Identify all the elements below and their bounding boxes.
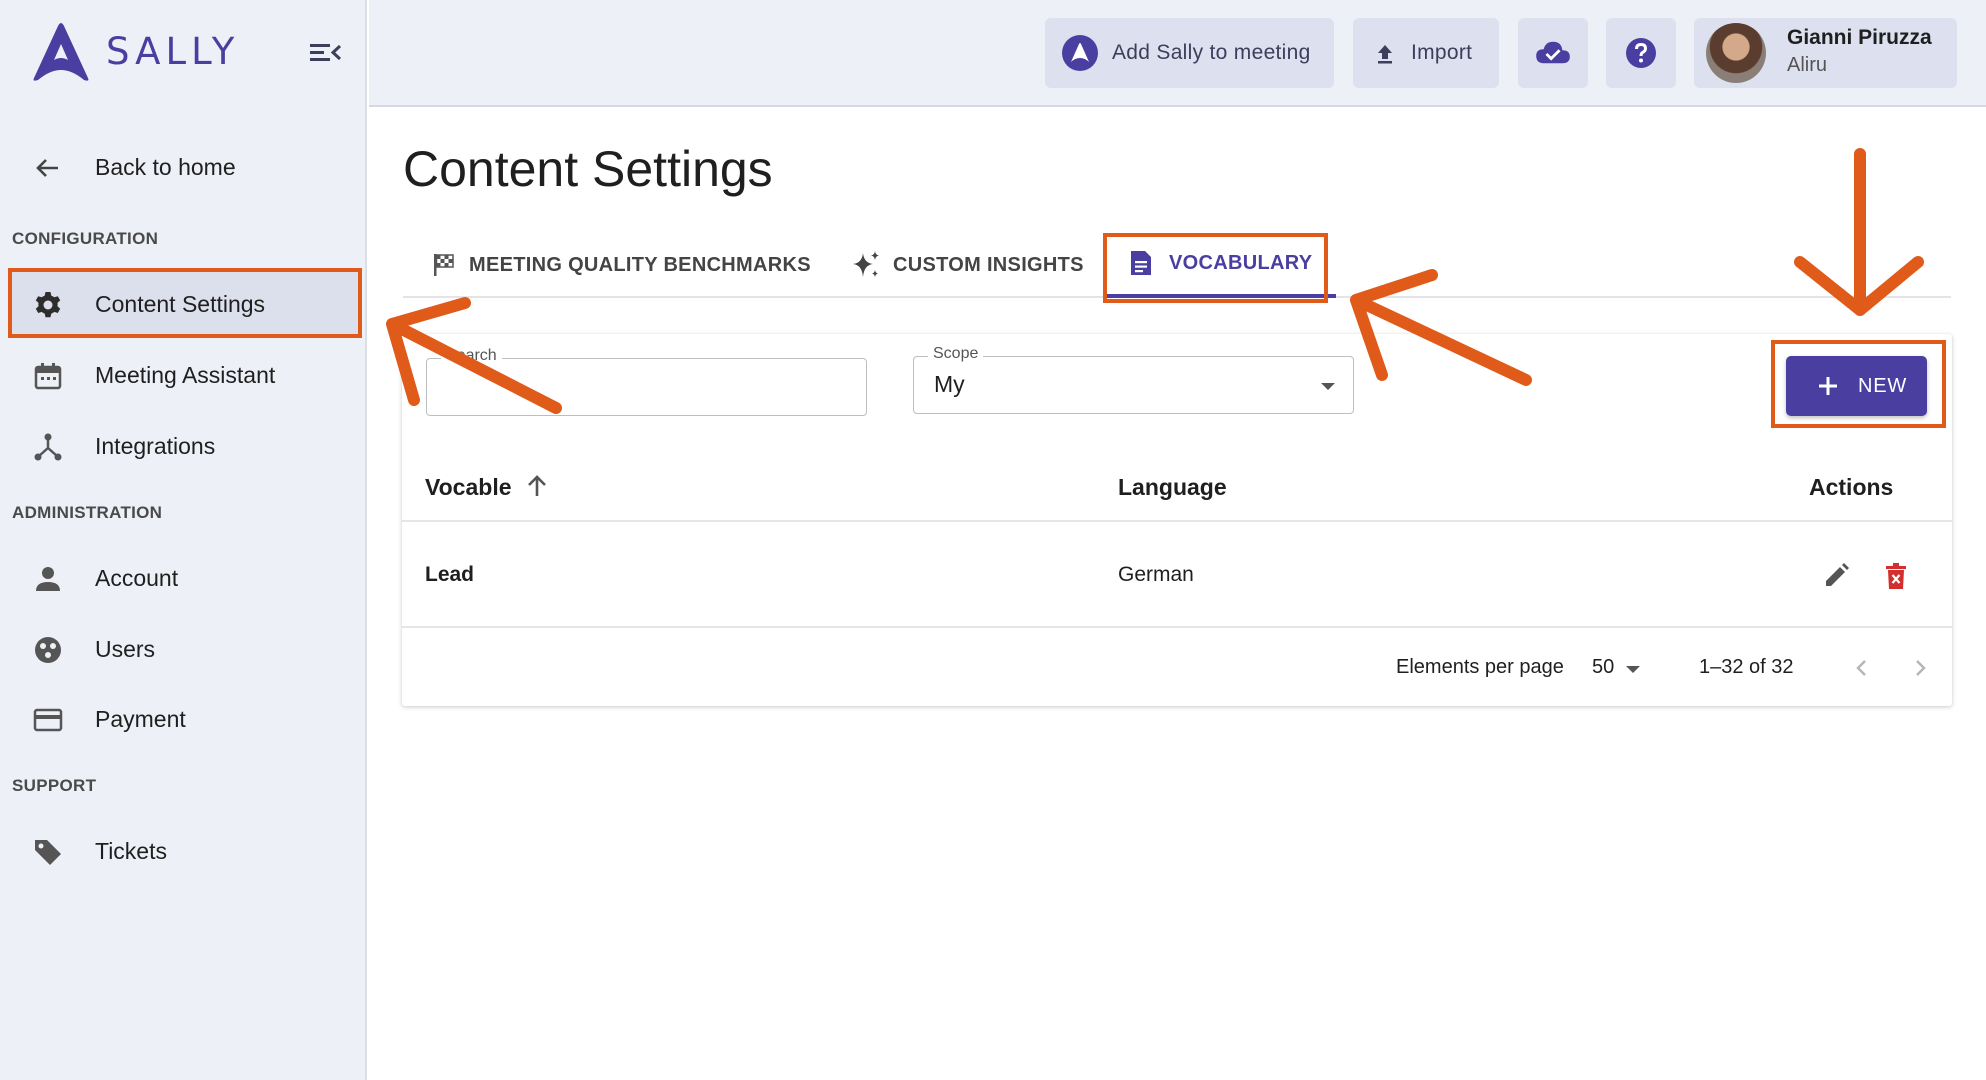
tag-icon [35,840,61,865]
page-title: Content Settings [403,141,773,197]
previous-page-icon[interactable] [1850,656,1874,680]
new-vocable-button[interactable]: NEW [1786,356,1927,416]
section-administration: ADMINISTRATION [12,503,163,522]
flag-icon [434,254,454,276]
section-configuration: CONFIGURATION [12,229,159,248]
avatar [1706,23,1766,83]
help-button[interactable] [1606,18,1676,88]
settings-tabs: MEETING QUALITY BENCHMARKS CUSTOM INSIGH… [403,232,1951,298]
sally-logo[interactable]: SALLY [28,20,239,82]
help-icon [1626,38,1656,68]
integrations-icon [34,433,62,461]
arrow-up-icon [528,475,546,496]
collapse-menu-icon[interactable] [308,38,342,68]
cloud-sync-button[interactable] [1518,18,1588,88]
app-name: SALLY [106,29,240,73]
search-label: Search [441,347,502,365]
import-button[interactable]: Import [1353,18,1499,88]
chevron-down-icon [1626,666,1640,673]
sidebar-item-label: Users [95,635,156,662]
cell-language: German [1118,563,1194,586]
users-icon [35,637,61,663]
sidebar-item-label: Content Settings [95,290,266,317]
gear-icon [35,292,61,318]
new-button-label: NEW [1858,375,1908,397]
table-header: Vocable Language Actions [402,450,1952,522]
delete-icon[interactable] [1882,562,1910,590]
user-name: Gianni Piruzza [1787,26,1932,49]
elements-per-page-label: Elements per page [1396,656,1564,678]
back-to-home-link[interactable]: Back to home [8,134,358,200]
sally-logo-icon [1062,35,1098,71]
tab-vocabulary[interactable]: VOCABULARY [1103,232,1337,298]
sidebar-item-meeting-assistant[interactable]: Meeting Assistant [8,342,358,408]
sidebar-item-label: Account [95,564,179,591]
sidebar-item-label: Payment [95,705,186,732]
document-icon [1131,251,1151,275]
scope-value: My [934,371,965,397]
arrow-left-icon [36,159,58,177]
sidebar-item-account[interactable]: Account [8,545,358,611]
sidebar-item-payment[interactable]: Payment [8,686,358,752]
per-page-select[interactable]: 50 [1592,652,1652,684]
sidebar: SALLY Back to home CONFIGURATION Content… [0,0,367,1080]
sidebar-item-integrations[interactable]: Integrations [8,413,358,479]
sally-logo-icon [33,23,89,81]
column-header-actions: Actions [1809,474,1894,500]
sidebar-item-label: Meeting Assistant [95,361,276,388]
sidebar-item-users[interactable]: Users [8,616,358,682]
tab-label: VOCABULARY [1169,251,1313,274]
plus-icon [1819,377,1837,395]
chevron-down-icon [1321,383,1335,390]
tab-custom-insights[interactable]: CUSTOM INSIGHTS [851,232,1084,298]
per-page-value: 50 [1592,656,1615,678]
edit-pencil-icon[interactable] [1822,562,1850,590]
section-support: SUPPORT [12,776,97,795]
scope-select[interactable]: Scope My [913,345,1354,414]
upload-icon [1378,45,1392,64]
sparkle-icon [853,251,879,277]
sidebar-item-label: Tickets [95,837,167,864]
import-label: Import [1411,41,1473,64]
pagination: Elements per page 50 1–32 of 32 [402,630,1952,706]
next-page-icon[interactable] [1908,656,1932,680]
cloud-check-icon [1536,41,1570,64]
tab-label: CUSTOM INSIGHTS [893,253,1084,276]
search-input[interactable]: Search [426,347,867,416]
add-sally-to-meeting-button[interactable]: Add Sally to meeting [1045,18,1334,88]
column-vocable-label: Vocable [425,474,512,500]
back-to-home-label: Back to home [95,153,236,180]
column-header-vocable[interactable]: Vocable [425,474,546,501]
add-sally-label: Add Sally to meeting [1112,41,1311,64]
tab-label: MEETING QUALITY BENCHMARKS [469,253,811,276]
user-menu[interactable]: Gianni Piruzza Aliru [1694,18,1957,88]
pagination-range: 1–32 of 32 [1699,656,1794,678]
cell-vocable: Lead [425,563,475,586]
credit-card-icon [33,708,63,732]
tab-meeting-quality-benchmarks[interactable]: MEETING QUALITY BENCHMARKS [431,232,811,298]
person-icon [36,567,60,591]
calendar-icon [34,363,62,390]
top-bar: Add Sally to meeting Import Gianni Piruz… [369,0,1986,107]
sidebar-item-tickets[interactable]: Tickets [8,818,358,884]
scope-label: Scope [928,345,984,363]
sidebar-item-content-settings[interactable]: Content Settings [8,271,358,337]
column-header-language[interactable]: Language [1118,474,1227,501]
user-organization: Aliru [1787,54,1828,76]
sidebar-item-label: Integrations [95,432,216,459]
table-row[interactable]: Lead German [402,524,1952,628]
